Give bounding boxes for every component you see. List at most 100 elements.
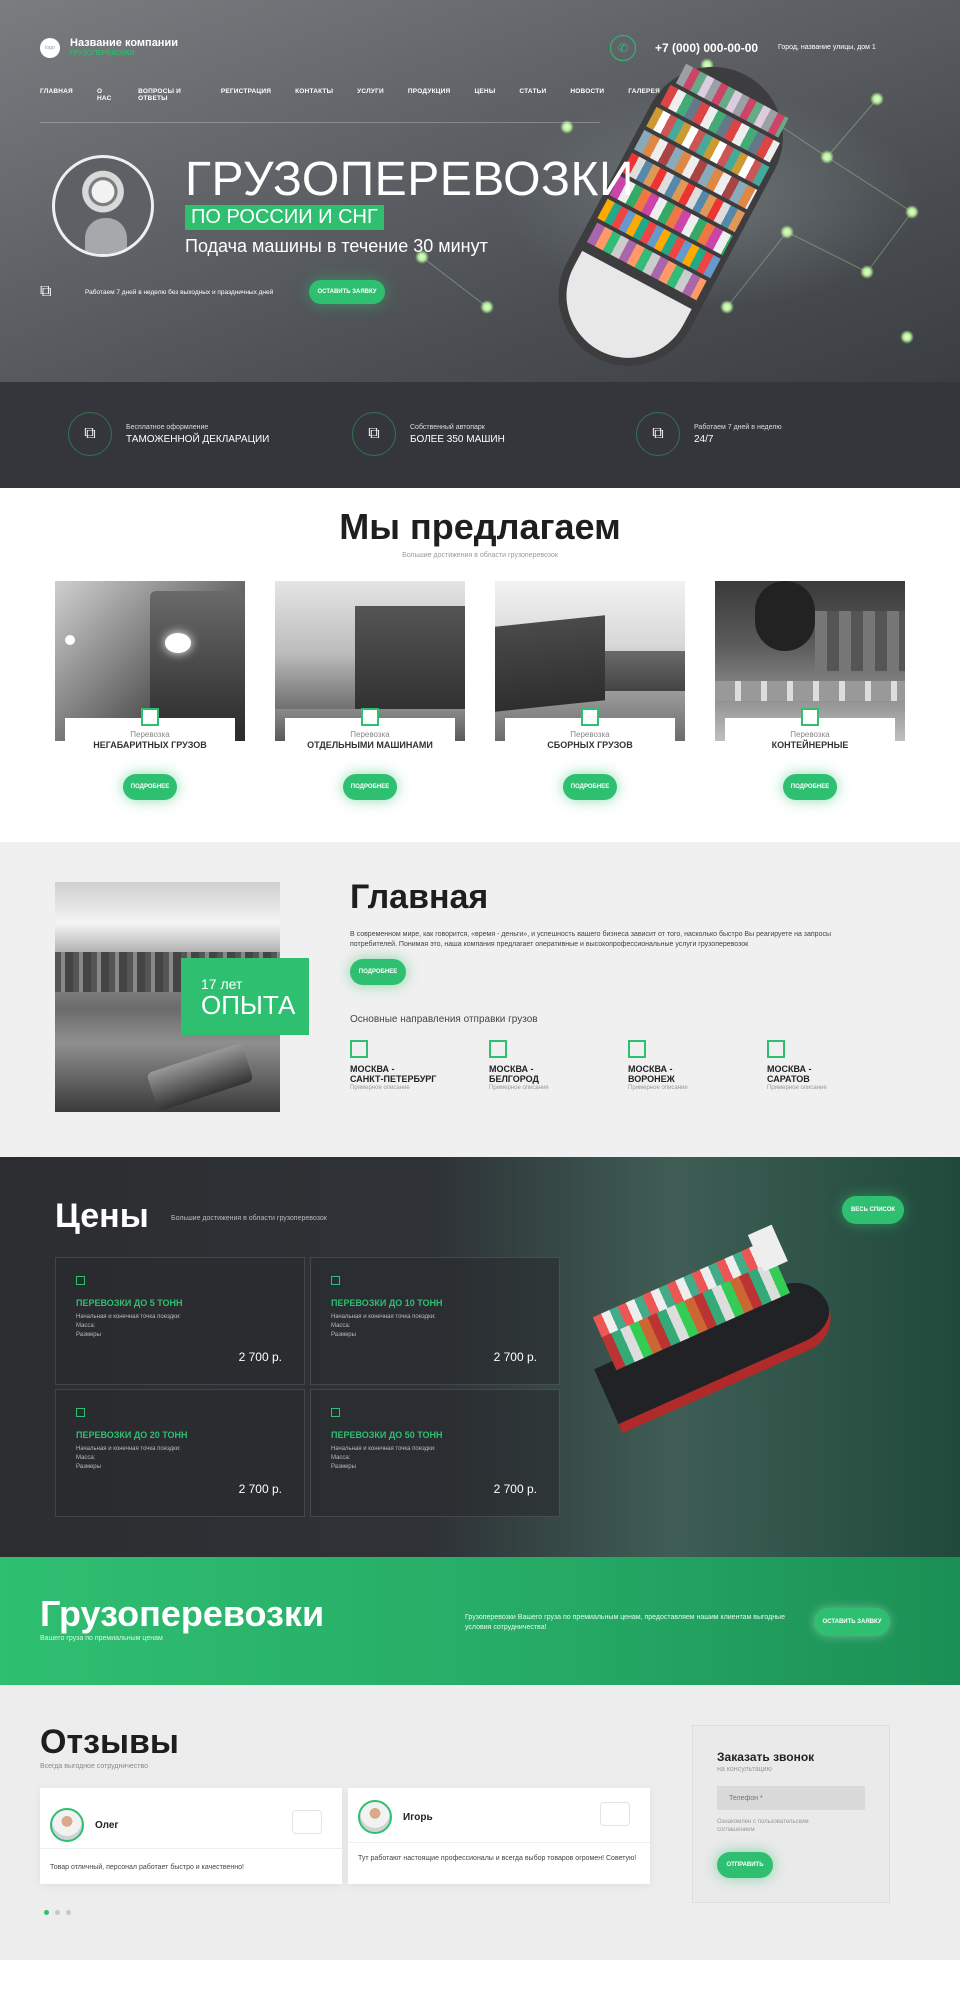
callback-subtitle: на консультацию (717, 1766, 772, 1773)
about-text: В современном мире, как говорится, «врем… (350, 931, 832, 948)
experience-badge: 17 лет ОПЫТА (181, 958, 309, 1035)
hero-tagline: Подача машины в течение 30 минут (185, 236, 488, 256)
nav-products[interactable]: ПРОДУКЦИЯ (408, 88, 451, 102)
carousel-dot[interactable] (66, 1910, 71, 1915)
direction-square-icon (489, 1040, 507, 1058)
offers-section: Мы предлагаем Большие достижения в облас… (0, 488, 960, 842)
logo[interactable]: logo (40, 38, 60, 58)
price-value: 2 700 р. (493, 1482, 537, 1496)
callback-form: Заказать звонок на консультацию Ознакомл… (692, 1725, 890, 1903)
feature-item: ⧉ Работаем 7 дней в неделю 24/7 (636, 412, 782, 456)
nav-articles[interactable]: СТАТЬИ (519, 88, 546, 102)
phone-icon[interactable]: ✆ (610, 35, 636, 61)
price-square-icon (76, 1276, 85, 1285)
offer-more-button[interactable]: ПОДРОБНЕЕ (783, 774, 837, 800)
offers-title: Мы предлагаем (339, 506, 621, 547)
carousel-dot[interactable] (44, 1910, 49, 1915)
features-strip: ⧉ Бесплатное оформление ТАМОЖЕННОЙ ДЕКЛА… (0, 382, 960, 488)
phone-number[interactable]: +7 (000) 000-00-00 (655, 41, 758, 55)
price-square-icon (76, 1408, 85, 1417)
offer-card[interactable]: Перевозка КОНТЕЙНЕРНЫЕ (725, 708, 895, 764)
avatar (50, 1808, 84, 1842)
work-note: Работаем 7 дней в неделю без выходных и … (85, 289, 274, 296)
offer-square-icon (801, 708, 819, 726)
price-card[interactable]: ПЕРЕВОЗКИ ДО 50 ТОНН Начальная и конечна… (310, 1389, 560, 1517)
banner-title: Грузоперевозки (40, 1593, 325, 1634)
offer-more-button[interactable]: ПОДРОБНЕЕ (123, 774, 177, 800)
review-card: Игорь Тут работают настоящие профессиона… (348, 1788, 650, 1884)
nav-news[interactable]: НОВОСТИ (570, 88, 604, 102)
submit-button[interactable]: ОТПРАВИТЬ (717, 1852, 773, 1878)
nav-gallery[interactable]: ГАЛЕРЕЯ (628, 88, 660, 102)
nav-about[interactable]: О НАС (97, 88, 114, 102)
offer-square-icon (581, 708, 599, 726)
banner-cta-button[interactable]: ОСТАВИТЬ ЗАЯВКУ (814, 1608, 890, 1636)
review-text: Товар отличный, персонал работает быстро… (50, 1864, 244, 1871)
prices-title: Цены (55, 1197, 149, 1235)
price-card[interactable]: ПЕРЕВОЗКИ ДО 20 ТОНН Начальная и конечна… (55, 1389, 305, 1517)
quote-icon (600, 1802, 630, 1826)
price-square-icon (331, 1276, 340, 1285)
nav-divider (40, 122, 600, 123)
direction-square-icon (628, 1040, 646, 1058)
offers-subtitle: Большие достижения в области грузоперево… (402, 552, 558, 559)
nav-registration[interactable]: РЕГИСТРАЦИЯ (221, 88, 271, 102)
carousel-dot[interactable] (55, 1910, 60, 1915)
hero-section: logo Название компании ГРУЗОПЕРЕВОЗКИ ✆ … (0, 0, 960, 382)
offer-square-icon (361, 708, 379, 726)
callback-title: Заказать звонок (717, 1750, 815, 1764)
nav-faq[interactable]: ВОПРОСЫ И ОТВЕТЫ (138, 88, 197, 102)
price-value: 2 700 р. (238, 1482, 282, 1496)
company-subtitle: ГРУЗОПЕРЕВОЗКИ (70, 50, 135, 57)
banner-subtitle: Вашего груза по премиальным ценам (40, 1635, 163, 1642)
offer-card[interactable]: Перевозка НЕГАБАРИТНЫХ ГРУЗОВ (65, 708, 235, 764)
review-text: Тут работают настоящие профессионалы и в… (358, 1855, 637, 1862)
price-square-icon (331, 1408, 340, 1417)
review-card: Олег Товар отличный, персонал работает б… (40, 1788, 342, 1884)
reviewer-name: Олег (95, 1820, 119, 1831)
agreement-text[interactable]: Ознакомлен с пользовательским соглашение… (717, 1818, 837, 1834)
reviews-section: Отзывы Всегда выгодное сотрудничество Ол… (0, 1685, 960, 1960)
offer-more-button[interactable]: ПОДРОБНЕЕ (343, 774, 397, 800)
main-nav: ГЛАВНАЯ О НАС ВОПРОСЫ И ОТВЕТЫ РЕГИСТРАЦ… (40, 88, 660, 102)
reviews-title: Отзывы (40, 1723, 179, 1761)
prices-subtitle: Большие достижения в области грузоперево… (171, 1215, 327, 1222)
direction-square-icon (767, 1040, 785, 1058)
feature-item: ⧉ Собственный автопарк БОЛЕЕ 350 МАШИН (352, 412, 505, 456)
avatar (358, 1800, 392, 1834)
truck-fleet-icon: ⧉ (352, 412, 396, 456)
company-name: Название компании (70, 37, 178, 49)
hero-badge: ПО РОССИИ И СНГ (185, 205, 384, 230)
offer-card[interactable]: Перевозка ОТДЕЛЬНЫМИ МАШИНАМИ (285, 708, 455, 764)
nav-contacts[interactable]: КОНТАКТЫ (295, 88, 333, 102)
all-prices-button[interactable]: ВЕСЬ СПИСОК (842, 1196, 904, 1224)
hero-title: ГРУЗОПЕРЕВОЗКИ (185, 153, 634, 206)
direction-item: МОСКВА - БЕЛГОРОД Примерное описание (489, 1040, 549, 1091)
about-more-button[interactable]: ПОДРОБНЕЕ (350, 959, 406, 985)
nav-services[interactable]: УСЛУГИ (357, 88, 384, 102)
cta-banner: Грузоперевозки Вашего груза по премиальн… (0, 1557, 960, 1685)
cargo-ship-image (570, 1217, 871, 1497)
worker-photo (52, 155, 154, 257)
price-value: 2 700 р. (238, 1350, 282, 1364)
hero-cta-button[interactable]: ОСТАВИТЬ ЗАЯВКУ (309, 280, 385, 304)
offer-more-button[interactable]: ПОДРОБНЕЕ (563, 774, 617, 800)
nav-prices[interactable]: ЦЕНЫ (474, 88, 495, 102)
price-card[interactable]: ПЕРЕВОЗКИ ДО 5 ТОНН Начальная и конечная… (55, 1257, 305, 1385)
direction-item: МОСКВА - САРАТОВ Примерное описание (767, 1040, 827, 1091)
phone-input[interactable] (717, 1786, 865, 1810)
direction-square-icon (350, 1040, 368, 1058)
price-value: 2 700 р. (493, 1350, 537, 1364)
direction-item: МОСКВА - ВОРОНЕЖ Примерное описание (628, 1040, 688, 1091)
nav-home[interactable]: ГЛАВНАЯ (40, 88, 73, 102)
about-section: 17 лет ОПЫТА Главная В современном мире,… (0, 842, 960, 1157)
banner-text: Грузоперевозки Вашего груза по премиальн… (465, 1614, 785, 1631)
reviewer-name: Игорь (403, 1812, 433, 1823)
offer-square-icon (141, 708, 159, 726)
quote-icon (292, 1810, 322, 1834)
price-card[interactable]: ПЕРЕВОЗКИ ДО 10 ТОНН Начальная и конечна… (310, 1257, 560, 1385)
reviews-subtitle: Всегда выгодное сотрудничество (40, 1763, 149, 1770)
clock-icon: ⧉ (636, 412, 680, 456)
offer-card[interactable]: Перевозка СБОРНЫХ ГРУЗОВ (505, 708, 675, 764)
address: Город, название улицы, дом 1 (778, 44, 876, 51)
